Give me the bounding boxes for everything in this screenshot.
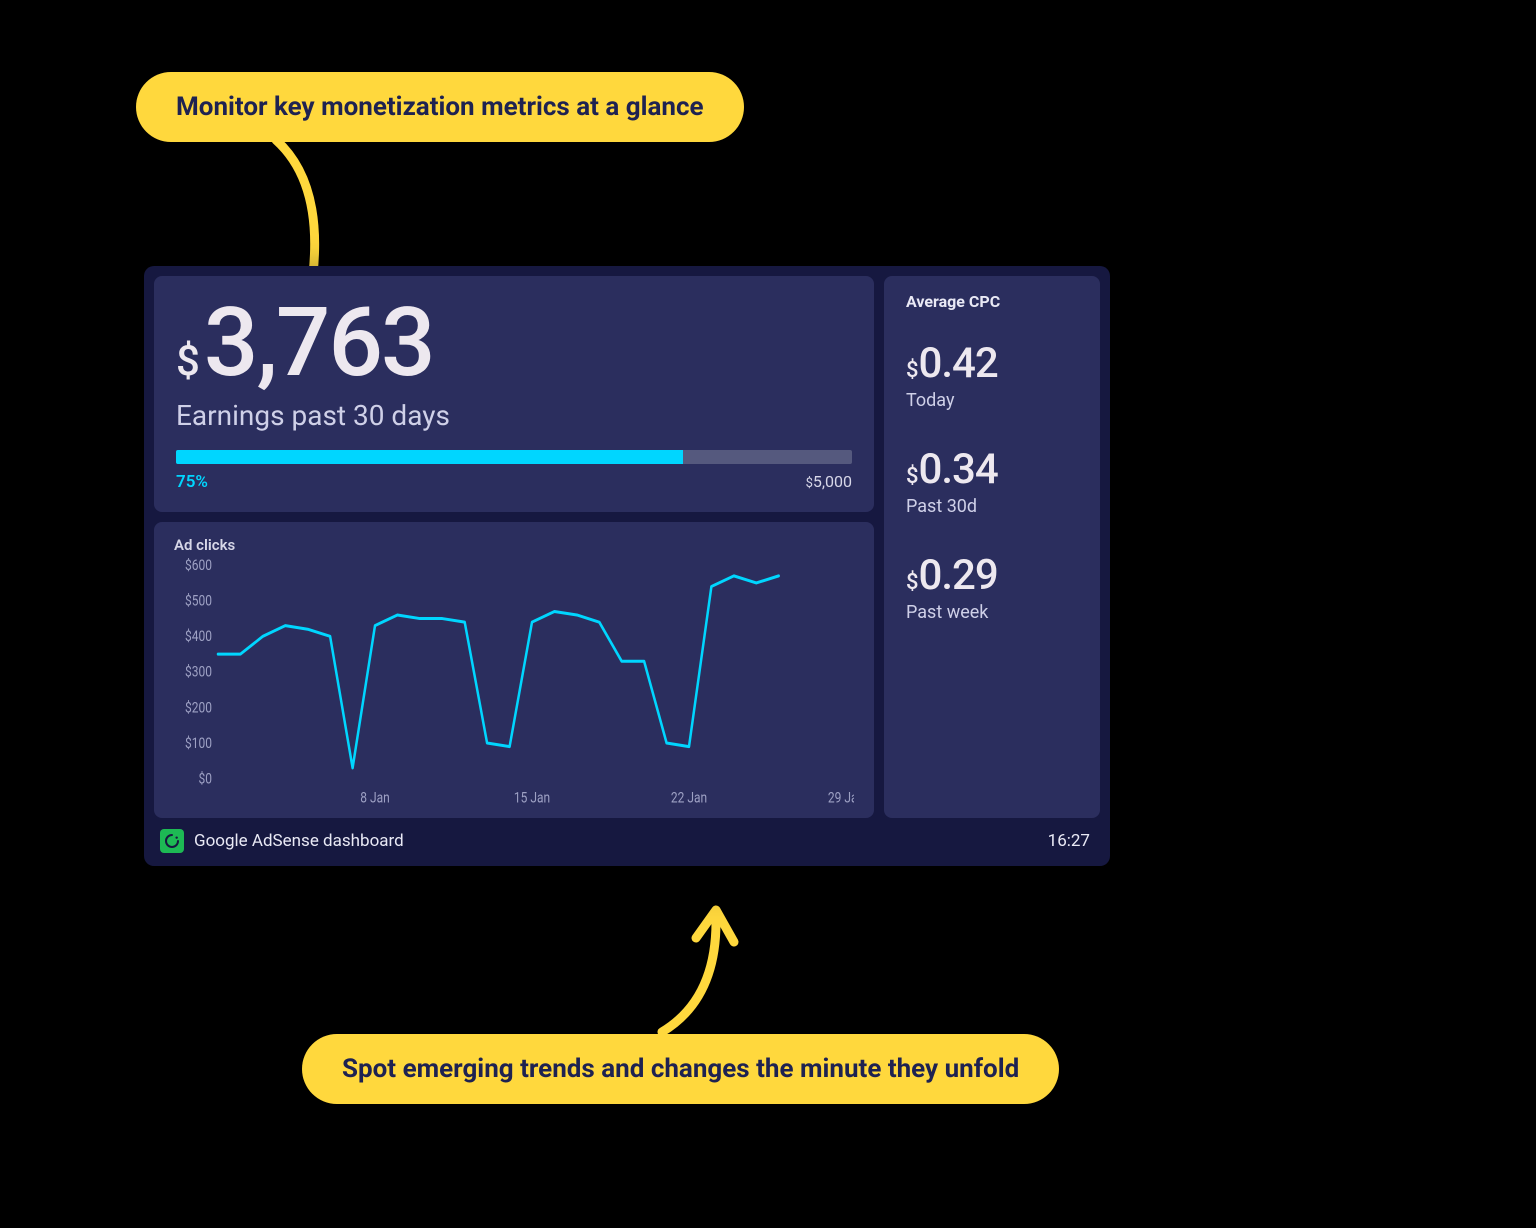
cpc-item: $0.34Past 30d [906,445,1078,517]
x-tick-label: 22 Jan [671,791,707,807]
dashboard-time: 16:27 [1048,831,1090,851]
arrow-up-icon [642,898,742,1038]
ad-clicks-panel: Ad clicks $600 $500 $400 $300 $200 $100 $0 8 Ja… [154,522,874,818]
y-tick-label: $500 [185,594,212,610]
cpc-item: $0.42Today [906,339,1078,411]
progress-bar: 75% $5,000 [176,450,852,492]
earnings-panel: $ 3,763 Earnings past 30 days 75% $5,000 [154,276,874,512]
y-tick-label: $200 [185,701,212,717]
annotation-top: Monitor key monetization metrics at a gl… [136,72,744,142]
progress-target: $5,000 [806,472,852,492]
geckoboard-logo-icon [160,829,184,853]
progress-fill [176,450,683,464]
cpc-value: $0.29 [906,551,1078,600]
y-tick-label: $600 [185,558,212,574]
cpc-value: $0.42 [906,339,1078,388]
dashboard: $ 3,763 Earnings past 30 days 75% $5,000… [144,266,1110,866]
dashboard-footer: Google AdSense dashboard 16:27 [154,818,1100,856]
cpc-label: Past week [906,602,1078,623]
earnings-value: $ 3,763 [176,298,852,389]
x-tick-label: 8 Jan [360,791,389,807]
line-chart: $600 $500 $400 $300 $200 $100 $0 8 Jan 15 Jan 22 … [174,558,854,810]
cpc-label: Past 30d [906,496,1078,517]
y-tick-label: $100 [185,736,212,752]
chart-title: Ad clicks [174,536,854,554]
x-tick-label: 15 Jan [514,791,550,807]
cpc-label: Today [906,390,1078,411]
currency-symbol: $ [176,337,200,386]
y-tick-label: $300 [185,665,212,681]
x-tick-label: 29 Jan [828,791,854,807]
annotation-bottom: Spot emerging trends and changes the min… [302,1034,1059,1104]
earnings-label: Earnings past 30 days [176,399,852,432]
cpc-value: $0.34 [906,445,1078,494]
cpc-item: $0.29Past week [906,551,1078,623]
cpc-header: Average CPC [906,292,1078,311]
progress-percent: 75% [176,472,208,492]
dashboard-title: Google AdSense dashboard [194,831,404,851]
earnings-amount: 3,763 [204,298,434,389]
y-tick-label: $0 [199,772,212,788]
y-tick-label: $400 [185,629,212,645]
cpc-panel: Average CPC $0.42Today $0.34Past 30d $0.29… [884,276,1100,818]
chart-line [218,576,779,768]
